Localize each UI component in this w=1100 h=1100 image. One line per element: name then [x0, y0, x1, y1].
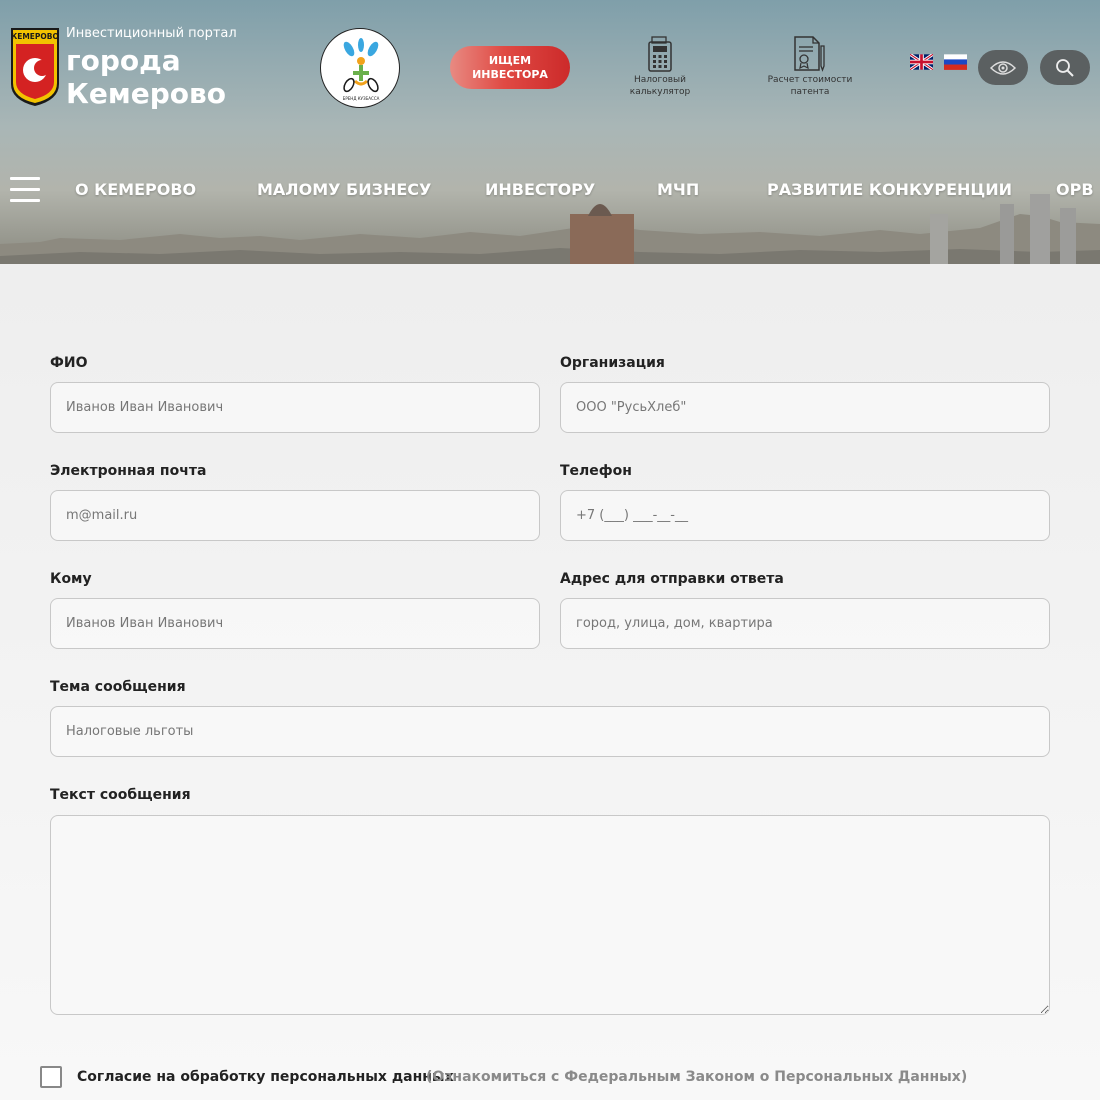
nav-item-mchp[interactable]: МЧП [657, 180, 699, 199]
patent-cost-link[interactable]: Расчет стоимости патента [755, 36, 865, 98]
phone-input[interactable] [560, 490, 1050, 541]
recipient-input[interactable] [50, 598, 540, 649]
uk-flag-icon[interactable] [910, 54, 933, 70]
message-label: Текст сообщения [50, 787, 191, 803]
find-investor-button[interactable]: ИЩЕМ ИНВЕСТОРА [450, 46, 570, 89]
recipient-label: Кому [50, 571, 92, 587]
nav-item-small-business[interactable]: МАЛОМУ БИЗНЕСУ [257, 180, 431, 199]
patent-document-icon [794, 36, 825, 72]
phone-label: Телефон [560, 463, 632, 479]
svg-text:КЕМЕРОВО: КЕМЕРОВО [11, 32, 59, 41]
email-input[interactable] [50, 490, 540, 541]
tax-calculator-link[interactable]: Налоговый калькулятор [610, 36, 710, 98]
consent-label: Согласие на обработку персональных данны… [77, 1069, 454, 1085]
city-skyline-image [0, 194, 1100, 264]
portal-title[interactable]: города Кемерово [66, 44, 226, 110]
search-icon [1056, 58, 1074, 77]
nav-item-investor[interactable]: ИНВЕСТОРУ [485, 180, 595, 199]
reply-address-label: Адрес для отправки ответа [560, 571, 784, 587]
organization-label: Организация [560, 355, 665, 371]
personal-data-law-link[interactable]: (Ознакомиться с Федеральным Законом о Пе… [426, 1069, 967, 1085]
tax-calculator-line2: калькулятор [629, 87, 691, 97]
tax-calculator-line1: Налоговый [633, 75, 687, 85]
brand-kuzbass-logo[interactable]: БРЕНД КУЗБАССА [320, 28, 400, 108]
nav-item-orv[interactable]: ОРВ [1056, 180, 1094, 199]
email-label: Электронная почта [50, 463, 207, 479]
search-button[interactable] [1040, 50, 1090, 85]
consent-checkbox[interactable] [40, 1066, 62, 1088]
portal-title-line2: Кемерово [66, 77, 226, 110]
subject-input[interactable] [50, 706, 1050, 757]
fio-input[interactable] [50, 382, 540, 433]
calculator-icon [648, 36, 672, 72]
portal-subtitle: Инвестиционный портал [66, 26, 237, 41]
fio-label: ФИО [50, 355, 88, 371]
invest-button-line1: ИЩЕМ [488, 53, 532, 67]
site-header: КЕМЕРОВО Инвестиционный портал города Ке… [0, 0, 1100, 264]
nav-item-competition[interactable]: РАЗВИТИЕ КОНКУРЕНЦИИ [767, 180, 1012, 199]
portal-title-line1: города [66, 44, 181, 77]
invest-button-line2: ИНВЕСТОРА [472, 67, 548, 81]
patent-cost-line1: Расчет стоимости [767, 75, 853, 85]
patent-cost-line2: патента [790, 87, 830, 97]
reply-address-input[interactable] [560, 598, 1050, 649]
brand-kuzbass-icon: БРЕНД КУЗБАССА [343, 38, 380, 101]
svg-text:БРЕНД КУЗБАССА: БРЕНД КУЗБАССА [343, 96, 380, 101]
city-emblem-logo[interactable]: КЕМЕРОВО [10, 28, 60, 106]
nav-item-about-kemerovo[interactable]: О КЕМЕРОВО [75, 180, 196, 199]
organization-input[interactable] [560, 382, 1050, 433]
accessibility-button[interactable] [978, 50, 1028, 85]
eye-icon [990, 60, 1016, 75]
message-textarea[interactable] [50, 815, 1050, 1015]
hamburger-icon[interactable] [10, 177, 40, 203]
subject-label: Тема сообщения [50, 679, 186, 695]
ru-flag-icon[interactable] [944, 54, 967, 70]
